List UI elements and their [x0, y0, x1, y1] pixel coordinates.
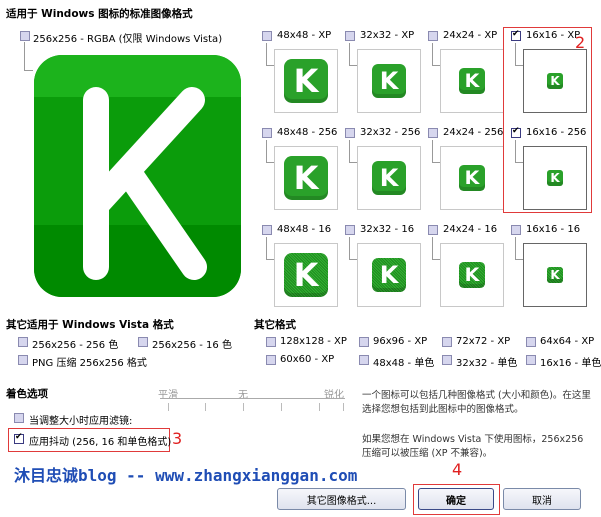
k-preview-icon: K [284, 156, 328, 200]
label-48x48-xp: 48x48 - XP [277, 30, 332, 41]
section-other-formats: 其它格式 [254, 319, 296, 331]
label-32x32-xp: 32x32 - XP [360, 30, 415, 41]
label-other-6: 32x32 - 单色 [456, 358, 518, 369]
k-letter-icon [83, 87, 207, 280]
slider-tick [205, 403, 206, 411]
label-32x32-256: 32x32 - 256 [360, 127, 421, 138]
slider-tick [343, 403, 344, 411]
annotation-4: 4 [452, 460, 463, 479]
ok-button[interactable]: 确定 [418, 488, 494, 510]
more-formats-button[interactable]: 其它图像格式... [277, 488, 406, 510]
k-preview-icon: K [459, 68, 485, 94]
label-48x48-16: 48x48 - 16 [277, 224, 332, 235]
label-png-compress: PNG 压缩 256x256 格式 [32, 358, 147, 369]
label-48x48-256: 48x48 - 256 [277, 127, 338, 138]
section-windows-formats: 适用于 Windows 图标的标准图像格式 [6, 8, 193, 20]
highlight-box-16x16 [503, 27, 592, 213]
checkbox-48x48-xp[interactable] [262, 31, 272, 41]
label-24x24-16: 24x24 - 16 [443, 224, 498, 235]
label-other-2: 72x72 - XP [456, 336, 511, 347]
checkbox-other-0[interactable] [266, 337, 276, 347]
checkbox-other-5[interactable] [359, 355, 369, 365]
checkbox-other-2[interactable] [442, 337, 452, 347]
label-other-1: 96x96 - XP [373, 336, 428, 347]
label-256-rgba: 256x256 - RGBA (仅限 Windows Vista) [33, 34, 223, 45]
checkbox-other-7[interactable] [526, 355, 536, 365]
k-preview-icon: K [372, 64, 406, 98]
checkbox-48x48-256[interactable] [262, 128, 272, 138]
checkbox-24x24-256[interactable] [428, 128, 438, 138]
label-dither: 应用抖动 (256, 16 和单色格式) [29, 437, 172, 448]
checkbox-dither[interactable] [14, 432, 24, 444]
checkbox-16x16-16[interactable] [511, 225, 521, 235]
label-other-5: 48x48 - 单色 [373, 358, 435, 369]
checkbox-other-6[interactable] [442, 355, 452, 365]
label-other-4: 60x60 - XP [280, 354, 335, 365]
checkbox-24x24-xp[interactable] [428, 31, 438, 41]
k-preview-icon: K [372, 161, 406, 195]
label-other-0: 128x128 - XP [280, 336, 347, 347]
checkbox-32x32-16[interactable] [345, 225, 355, 235]
k-preview-icon: K [459, 262, 485, 288]
checkbox-other-3[interactable] [526, 337, 536, 347]
cancel-button[interactable]: 取消 [503, 488, 581, 510]
k-preview-icon: K [284, 253, 328, 297]
k-preview-icon: K [284, 59, 328, 103]
k-preview-icon: K [459, 165, 485, 191]
checkbox-vista-256-16[interactable] [138, 337, 148, 347]
checkbox-256-rgba[interactable] [20, 31, 30, 41]
slider-tick [281, 403, 282, 411]
k-preview-icon: K [372, 258, 406, 292]
section-color-options: 着色选项 [6, 388, 48, 400]
slider-tick [168, 403, 169, 411]
description-vista: 如果您想在 Windows Vista 下使用图标，256x256 压缩可以被压… [362, 434, 584, 459]
tree-connector [24, 42, 33, 71]
checkbox-apply-filter[interactable] [14, 413, 24, 423]
label-other-7: 16x16 - 单色 [540, 358, 601, 369]
label-apply-filter: 当调整大小时应用滤镜: [29, 416, 133, 427]
checkbox-24x24-16[interactable] [428, 225, 438, 235]
checkbox-other-4[interactable] [266, 355, 276, 365]
label-16x16-16: 16x16 - 16 [526, 224, 581, 235]
large-k-icon [34, 55, 241, 297]
checkbox-32x32-256[interactable] [345, 128, 355, 138]
description-formats: 一个图标可以包括几种图像格式 (大小和颜色)。在这里选择您想包括到此图标中的图像… [362, 390, 591, 415]
annotation-2: 2 [575, 33, 586, 52]
filter-slider-track[interactable] [160, 398, 345, 399]
label-other-3: 64x64 - XP [540, 336, 595, 347]
slider-tick [319, 403, 320, 411]
k-preview-icon: K [547, 267, 563, 283]
label-vista-256-16: 256x256 - 16 色 [152, 340, 232, 351]
checkbox-png-compress[interactable] [18, 355, 28, 365]
annotation-3: 3 [172, 429, 183, 448]
label-24x24-xp: 24x24 - XP [443, 30, 498, 41]
watermark-text: 沐目忠诚blog -- www.zhangxianggan.com [14, 466, 358, 485]
label-vista-256-256: 256x256 - 256 色 [32, 340, 119, 351]
label-24x24-256: 24x24 - 256 [443, 127, 504, 138]
checkbox-other-1[interactable] [359, 337, 369, 347]
checkbox-32x32-xp[interactable] [345, 31, 355, 41]
slider-tick [243, 403, 244, 411]
section-vista-formats: 其它适用于 Windows Vista 格式 [6, 319, 174, 331]
checkbox-vista-256-256[interactable] [18, 337, 28, 347]
checkbox-48x48-16[interactable] [262, 225, 272, 235]
label-32x32-16: 32x32 - 16 [360, 224, 415, 235]
